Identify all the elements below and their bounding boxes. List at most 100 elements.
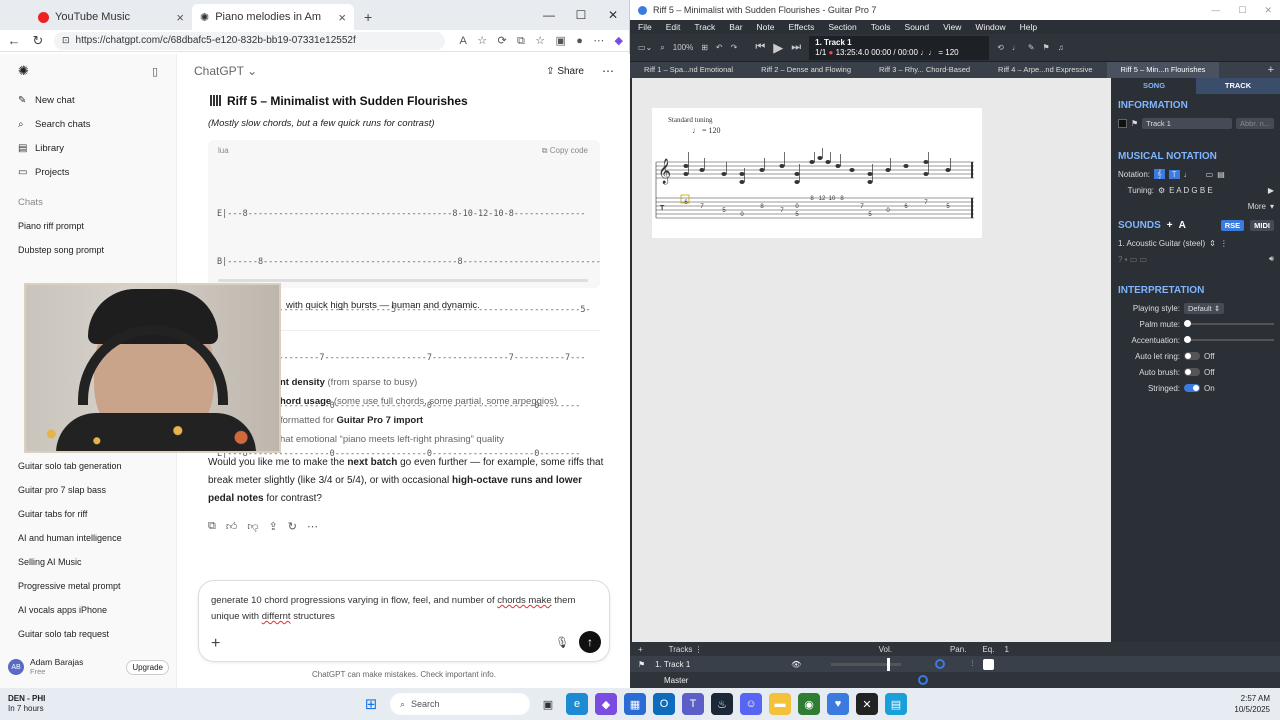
- standard-notation-icon[interactable]: 𝄞: [1154, 169, 1165, 179]
- teams-icon[interactable]: T: [682, 693, 704, 715]
- master-pan-knob[interactable]: [918, 675, 929, 685]
- more-icon[interactable]: ⋯: [593, 35, 604, 47]
- store-icon[interactable]: ▦: [624, 693, 646, 715]
- auto-let-ring-toggle[interactable]: [1184, 352, 1200, 360]
- pen-icon[interactable]: ✎: [1028, 43, 1035, 52]
- forward-icon[interactable]: ⏭: [791, 41, 801, 54]
- track-color-swatch[interactable]: [983, 658, 995, 670]
- add-track-icon[interactable]: +: [638, 645, 643, 654]
- maximize-icon[interactable]: ☐: [565, 0, 597, 30]
- site-info-icon[interactable]: ⊡: [62, 35, 70, 46]
- sidebar-item-library[interactable]: ▤ Library: [0, 136, 176, 160]
- menu-tools[interactable]: Tools: [871, 22, 891, 32]
- chevron-right-icon[interactable]: ▶: [1268, 186, 1274, 195]
- font-icon[interactable]: A: [1179, 220, 1186, 231]
- doc-tab[interactable]: Riff 3 – Rhy... Chord-Based: [865, 62, 984, 78]
- history-item[interactable]: Guitar solo tab generation: [0, 454, 176, 478]
- more-options-icon[interactable]: ⋯: [602, 64, 614, 78]
- menu-window[interactable]: Window: [975, 22, 1005, 32]
- back-icon[interactable]: ←: [6, 33, 22, 48]
- more-icon[interactable]: ⋯: [307, 520, 318, 533]
- system-clock[interactable]: 2:57 AM 10/5/2025: [1234, 693, 1270, 715]
- outlook-icon[interactable]: O: [653, 693, 675, 715]
- kebab-icon[interactable]: ⋮: [1220, 239, 1228, 248]
- color-swatch[interactable]: [1118, 118, 1127, 128]
- discord-icon[interactable]: ☺: [740, 693, 762, 715]
- regenerate-icon[interactable]: ↻: [288, 520, 297, 533]
- tab-notation-icon[interactable]: T: [1168, 169, 1180, 179]
- app-calendar-icon[interactable]: ▤: [885, 693, 907, 715]
- history-item[interactable]: Guitar pro 7 slap bass: [0, 478, 176, 502]
- guitar-pro-taskbar-icon[interactable]: ✕: [856, 693, 878, 715]
- upgrade-button[interactable]: Upgrade: [126, 659, 169, 675]
- redo-icon[interactable]: ↷: [731, 43, 738, 52]
- weather-widget[interactable]: DEN - PHI In 7 hours: [0, 694, 110, 714]
- zoom-icon[interactable]: ⌕: [660, 43, 664, 53]
- browser-tab-youtube[interactable]: YouTube Music ×: [30, 4, 192, 30]
- extensions-icon[interactable]: ⟳: [497, 35, 506, 47]
- gear-icon[interactable]: ⚙: [1158, 186, 1165, 195]
- favorites-icon[interactable]: ☆: [535, 35, 545, 47]
- palm-mute-slider[interactable]: [1184, 320, 1274, 327]
- undo-icon[interactable]: ↶: [716, 43, 723, 52]
- send-button[interactable]: ↑: [579, 631, 601, 653]
- sound-settings-icon[interactable]: ? ▪ ▭ ▭: [1118, 255, 1147, 264]
- windows-start-icon[interactable]: ⊞: [360, 693, 382, 715]
- sound-icon[interactable]: ♫: [1058, 43, 1064, 52]
- message-composer[interactable]: generate 10 chord progressions varying i…: [198, 580, 610, 662]
- steam-icon[interactable]: ♨: [711, 693, 733, 715]
- attach-plus-icon[interactable]: +: [211, 635, 220, 653]
- history-item[interactable]: Guitar solo tab request: [0, 622, 176, 646]
- close-tab-icon[interactable]: ×: [338, 10, 346, 25]
- close-icon[interactable]: ✕: [597, 0, 629, 30]
- history-item[interactable]: AI and human intelligence: [0, 526, 176, 550]
- tab-track[interactable]: TRACK: [1196, 78, 1280, 94]
- menu-track[interactable]: Track: [694, 22, 715, 32]
- menu-effects[interactable]: Effects: [789, 22, 815, 32]
- metronome-icon[interactable]: ♩: [1012, 43, 1020, 52]
- copilot-icon[interactable]: ◆: [615, 35, 623, 47]
- copilot-icon[interactable]: ◆: [595, 693, 617, 715]
- tuning-value[interactable]: E A D G B E: [1169, 186, 1213, 195]
- loop-icon[interactable]: ⟲: [997, 43, 1004, 52]
- read-aloud-icon[interactable]: A: [460, 35, 467, 47]
- doc-tab[interactable]: Riff 2 – Dense and Flowing: [747, 62, 865, 78]
- history-item[interactable]: Progressive metal prompt: [0, 574, 176, 598]
- add-tab-icon[interactable]: +: [1268, 64, 1280, 76]
- refresh-icon[interactable]: ↻: [30, 33, 46, 49]
- edge-icon[interactable]: e: [566, 693, 588, 715]
- sidebar-item-projects[interactable]: ▭ Projects: [0, 160, 176, 184]
- copy-icon[interactable]: ⧉: [208, 520, 216, 533]
- sidebar-item-new-chat[interactable]: ✎ New chat: [0, 88, 176, 112]
- layout-icon[interactable]: ⊞: [701, 43, 708, 52]
- collections-icon[interactable]: ▣: [555, 35, 565, 47]
- stringed-toggle[interactable]: [1184, 384, 1200, 392]
- menu-section[interactable]: Section: [828, 22, 856, 32]
- playing-style-select[interactable]: Default ⇕: [1184, 302, 1225, 314]
- minimize-icon[interactable]: —: [1211, 5, 1220, 16]
- rewind-icon[interactable]: ⏮: [755, 41, 765, 54]
- mixer-track-row[interactable]: ⚑ 1. Track 1 👁︎ ⫶: [630, 656, 1280, 672]
- taskbar-search[interactable]: ⌕ Search: [390, 693, 530, 715]
- share-icon[interactable]: ⇪: [269, 520, 278, 533]
- pan-knob[interactable]: [935, 659, 946, 669]
- speaker-icon[interactable]: 🔊︎: [1269, 254, 1274, 264]
- copy-code-button[interactable]: ⧉ Copy code: [542, 146, 588, 156]
- rse-button[interactable]: RSE: [1220, 220, 1245, 231]
- url-field[interactable]: ⊡ https://chatgpt.com/c/68dbafc5-e120-83…: [54, 31, 445, 50]
- eq-icon[interactable]: ⫶: [971, 659, 973, 669]
- profile-icon[interactable]: ●: [576, 35, 583, 47]
- play-icon[interactable]: ▶: [773, 40, 783, 56]
- page-view-icon[interactable]: ▭⌄: [638, 43, 652, 52]
- multi-voice-icon[interactable]: ▭: [1206, 170, 1214, 179]
- visibility-eye-icon[interactable]: 👁︎: [791, 660, 801, 669]
- browser-tab-chatgpt[interactable]: ✺ Piano melodies in Am ×: [192, 4, 354, 30]
- updown-icon[interactable]: ⇕: [1209, 239, 1216, 248]
- doc-tab[interactable]: Riff 4 – Arpe...nd Expressive: [984, 62, 1107, 78]
- history-item[interactable]: Piano riff prompt: [0, 214, 176, 238]
- openai-logo-icon[interactable]: ✺: [18, 63, 29, 79]
- add-sound-icon[interactable]: +: [1167, 220, 1173, 231]
- history-item[interactable]: AI vocals apps iPhone: [0, 598, 176, 622]
- more-button[interactable]: More: [1248, 202, 1266, 211]
- chord-diagram-icon[interactable]: ▤: [1217, 170, 1225, 179]
